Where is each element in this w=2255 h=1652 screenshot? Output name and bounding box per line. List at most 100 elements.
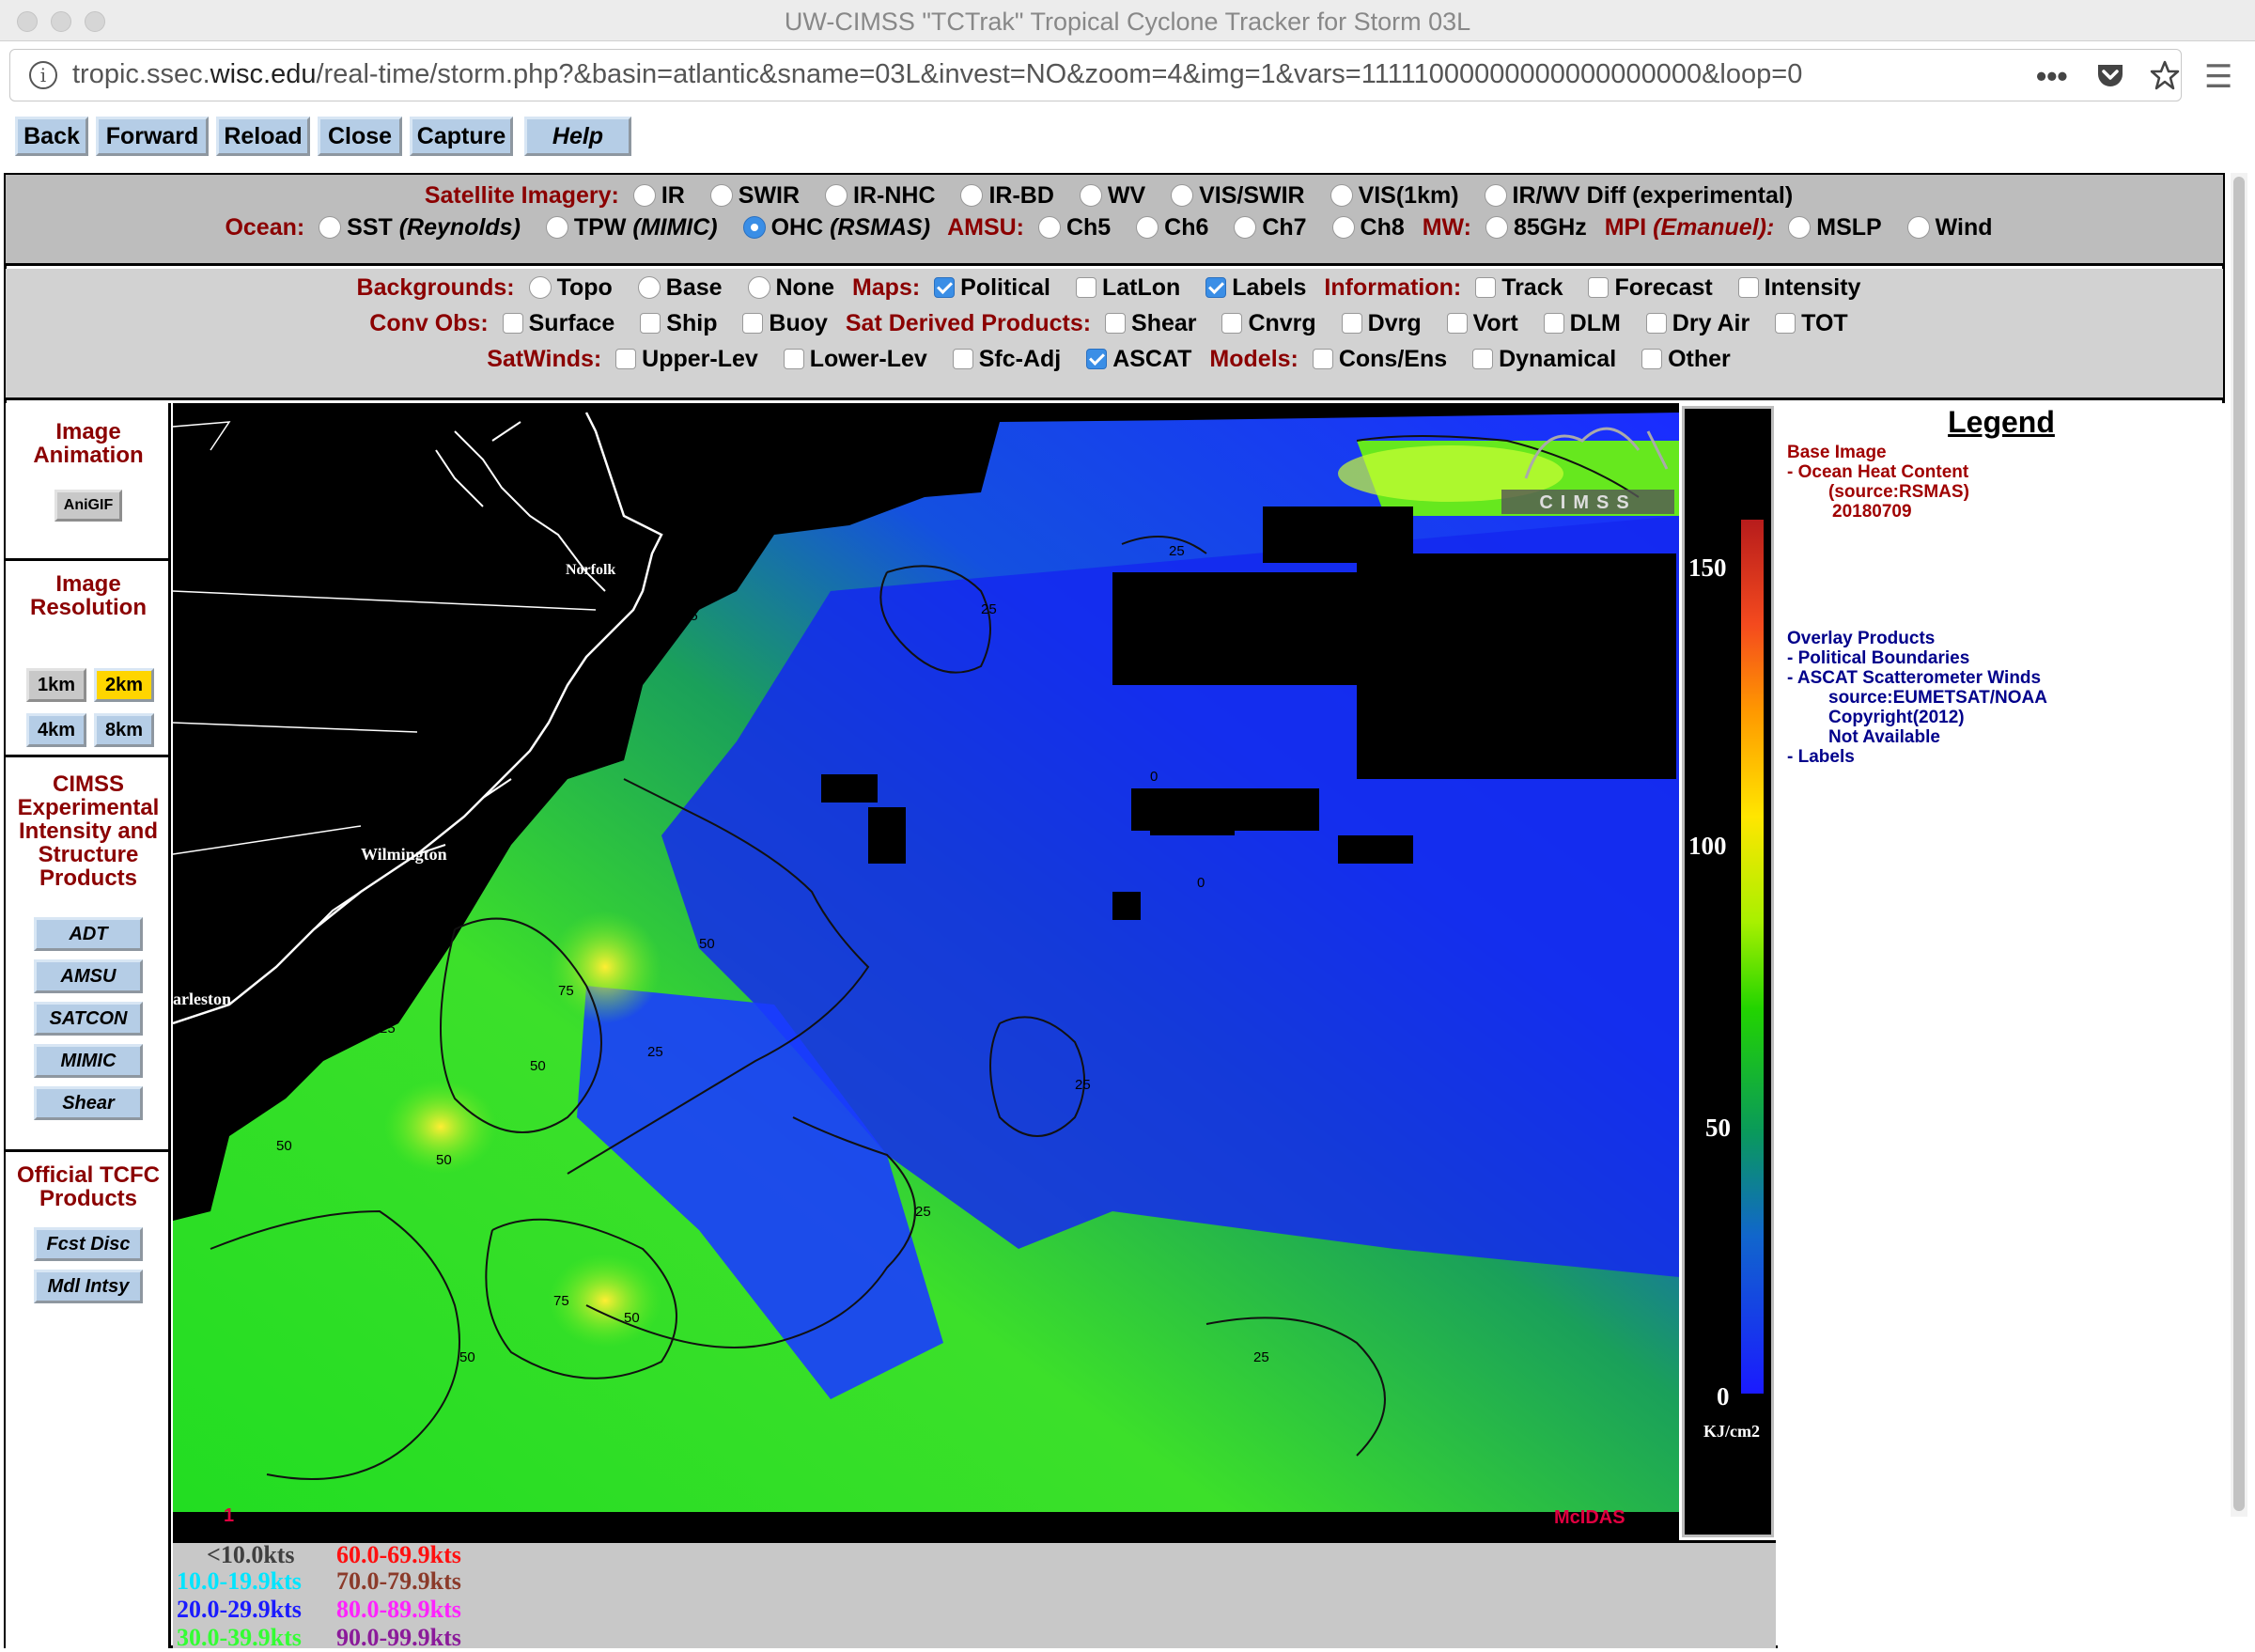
check-dry-air[interactable] bbox=[1645, 313, 1667, 334]
url-text[interactable]: tropic.ssec.wisc.edu/real-time/storm.php… bbox=[72, 59, 1802, 90]
radio-ch5[interactable] bbox=[1037, 216, 1061, 239]
hamburger-menu-icon[interactable]: ☰ bbox=[2204, 58, 2232, 96]
shear-button[interactable]: Shear bbox=[34, 1086, 143, 1120]
res-4km-button[interactable]: 4km bbox=[26, 713, 86, 747]
check-track[interactable] bbox=[1475, 277, 1497, 298]
radio-ir[interactable] bbox=[632, 184, 656, 207]
check-dlm[interactable] bbox=[1543, 313, 1564, 334]
close-button[interactable]: Close bbox=[318, 117, 402, 156]
animation-title: Image Animation bbox=[33, 419, 144, 468]
contour-label: 50 bbox=[459, 1349, 475, 1365]
map-svg: 25 50 75 75 50 50 50 50 50 25 25 25 25 2… bbox=[173, 403, 1679, 1528]
anigif-button[interactable]: AniGIF bbox=[54, 490, 122, 522]
radio-85ghz[interactable] bbox=[1485, 216, 1508, 239]
radio-vis-1km[interactable] bbox=[1330, 184, 1353, 207]
check-dvrg[interactable] bbox=[1341, 313, 1362, 334]
check-political[interactable] bbox=[934, 277, 956, 298]
back-button[interactable]: Back bbox=[15, 117, 88, 156]
radio-base[interactable] bbox=[637, 276, 661, 299]
check-cnvrg[interactable] bbox=[1221, 313, 1243, 334]
cimss-section: CIMSS Experimental Intensity and Structu… bbox=[6, 757, 171, 1152]
capture-button[interactable]: Capture bbox=[410, 117, 513, 156]
radio-mslp[interactable] bbox=[1788, 216, 1812, 239]
check-buoy[interactable] bbox=[742, 313, 764, 334]
check-surface[interactable] bbox=[502, 313, 523, 334]
forward-button[interactable]: Forward bbox=[96, 117, 209, 156]
wind-legend-item: 10.0-19.9kts bbox=[177, 1567, 302, 1595]
radio-topo[interactable] bbox=[528, 276, 552, 299]
check-latlon[interactable] bbox=[1075, 277, 1096, 298]
resolution-title: Image Resolution bbox=[30, 571, 147, 620]
colorbar-label-0: 0 bbox=[1717, 1382, 1730, 1410]
colorbar-unit: KJ/cm2 bbox=[1703, 1422, 1760, 1441]
check-other[interactable] bbox=[1641, 349, 1663, 369]
check-tot[interactable] bbox=[1775, 313, 1796, 334]
contour-label: 0 bbox=[1197, 875, 1205, 891]
wind-legend-item: 80.0-89.9kts bbox=[336, 1596, 461, 1623]
radio-ir-bd[interactable] bbox=[960, 184, 984, 207]
mw-label: MW: bbox=[1422, 214, 1471, 241]
contour-label: 25 bbox=[1253, 1349, 1269, 1365]
radio-ohc[interactable] bbox=[742, 216, 766, 239]
radio-none[interactable] bbox=[747, 276, 770, 299]
cimss-title: CIMSS Experimental Intensity and Structu… bbox=[17, 771, 160, 891]
radio-ir-wv-diff[interactable] bbox=[1484, 184, 1507, 207]
address-bar[interactable]: i tropic.ssec.wisc.edu/real-time/storm.p… bbox=[9, 49, 2182, 101]
radio-ch8[interactable] bbox=[1331, 216, 1355, 239]
info-icon[interactable]: i bbox=[29, 61, 57, 89]
radio-wv[interactable] bbox=[1079, 184, 1102, 207]
mdl-intsy-button[interactable]: Mdl Intsy bbox=[34, 1270, 143, 1303]
res-2km-button[interactable]: 2km bbox=[94, 668, 154, 702]
check-sfc-adj[interactable] bbox=[952, 349, 973, 369]
radio-sst[interactable] bbox=[319, 216, 342, 239]
contour-label: 50 bbox=[530, 1058, 546, 1074]
legend-panel: Legend Base Image - Ocean Heat Content (… bbox=[1778, 403, 2225, 1648]
check-intensity[interactable] bbox=[1737, 277, 1759, 298]
ocean-row: Ocean: SST (Reynolds) TPW (MIMIC) OHC (R… bbox=[225, 214, 1993, 241]
check-vort[interactable] bbox=[1446, 313, 1468, 334]
tcfc-section: Official TCFC Products Fcst Disc Mdl Int… bbox=[6, 1152, 171, 1648]
pocket-icon[interactable] bbox=[2094, 59, 2126, 99]
ohc-map-image[interactable]: 25 50 75 75 50 50 50 50 50 25 25 25 25 2… bbox=[173, 403, 1679, 1540]
radio-ch7[interactable] bbox=[1234, 216, 1257, 239]
radio-vis-swir[interactable] bbox=[1171, 184, 1194, 207]
mpi-label: MPI (Emanuel): bbox=[1604, 214, 1775, 241]
radio-wind[interactable] bbox=[1906, 216, 1930, 239]
res-8km-button[interactable]: 8km bbox=[94, 713, 154, 747]
contour-label: 25 bbox=[380, 1021, 396, 1036]
contour-label: 75 bbox=[558, 983, 574, 999]
scrollbar-thumb[interactable] bbox=[2233, 177, 2245, 1511]
svg-text:CIMSS: CIMSS bbox=[1539, 492, 1636, 513]
help-button[interactable]: Help bbox=[524, 117, 631, 156]
wind-legend-item: 70.0-79.9kts bbox=[336, 1567, 461, 1595]
fcst-disc-button[interactable]: Fcst Disc bbox=[34, 1227, 143, 1261]
reload-button[interactable]: Reload bbox=[216, 117, 310, 156]
check-ascat[interactable] bbox=[1086, 349, 1108, 369]
check-ship[interactable] bbox=[640, 313, 661, 334]
check-dynamical[interactable] bbox=[1472, 349, 1494, 369]
check-labels[interactable] bbox=[1205, 277, 1227, 298]
check-forecast[interactable] bbox=[1588, 277, 1610, 298]
adt-button[interactable]: ADT bbox=[34, 917, 143, 951]
radio-ir-nhc[interactable] bbox=[825, 184, 848, 207]
page-scrollbar[interactable] bbox=[2231, 173, 2247, 1517]
check-upper-lev[interactable] bbox=[615, 349, 637, 369]
resolution-section: Image Resolution 1km 2km 4km 8km bbox=[6, 561, 171, 757]
bookmark-star-icon[interactable] bbox=[2149, 59, 2181, 99]
radio-ch6[interactable] bbox=[1136, 216, 1159, 239]
satcon-button[interactable]: SATCON bbox=[34, 1002, 143, 1036]
legend-ohc: - Ocean Heat Content bbox=[1787, 462, 1969, 482]
ohc-colorbar: 150 100 50 0 KJ/cm2 bbox=[1682, 406, 1774, 1537]
city-label-wilmington: Wilmington bbox=[361, 845, 447, 864]
legend-ohc-date: 20180709 bbox=[1832, 502, 1912, 522]
radio-tpw[interactable] bbox=[545, 216, 568, 239]
check-cons-ens[interactable] bbox=[1312, 349, 1333, 369]
more-actions-icon[interactable]: ••• bbox=[2036, 59, 2068, 94]
res-1km-button[interactable]: 1km bbox=[26, 668, 86, 702]
amsu-button[interactable]: AMSU bbox=[34, 959, 143, 993]
radio-swir[interactable] bbox=[709, 184, 733, 207]
check-lower-lev[interactable] bbox=[783, 349, 804, 369]
mimic-button[interactable]: MIMIC bbox=[34, 1044, 143, 1078]
wind-legend-item: <10.0kts bbox=[207, 1541, 295, 1568]
check-shear[interactable] bbox=[1105, 313, 1127, 334]
